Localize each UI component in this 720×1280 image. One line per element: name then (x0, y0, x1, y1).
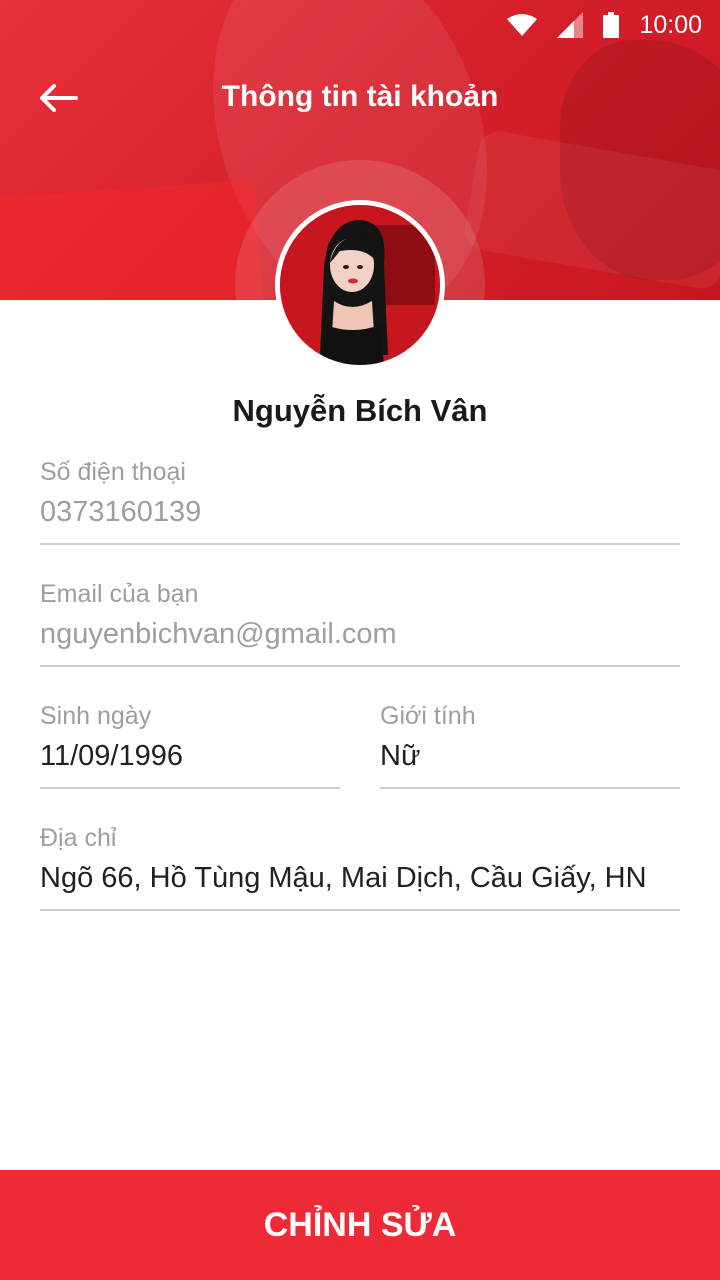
page-title: Thông tin tài khoản (221, 80, 499, 113)
avatar-photo (280, 205, 440, 365)
email-value: nguyenbichvan@gmail.com (40, 618, 397, 650)
app-bar: Thông tin tài khoản (0, 60, 720, 136)
phone-value: 0373160139 (40, 496, 202, 528)
gender-value: Nữ (380, 740, 421, 772)
phone-field[interactable]: Số điện thoại 0373160139 (40, 458, 680, 545)
wifi-icon (507, 14, 538, 36)
phone-label: Số điện thoại (40, 458, 186, 486)
birthdate-label: Sinh ngày (40, 702, 152, 730)
gender-field[interactable]: Giới tính Nữ (380, 702, 680, 789)
birthdate-field[interactable]: Sinh ngày 11/09/1996 (40, 702, 340, 789)
signal-icon (557, 12, 584, 38)
address-label: Địa chỉ (40, 824, 117, 852)
status-bar: 10:00 (507, 10, 702, 40)
edit-button[interactable]: CHỈNH SỬA (0, 1170, 720, 1280)
avatar[interactable] (275, 200, 445, 370)
address-value: Ngõ 66, Hồ Tùng Mậu, Mai Dịch, Cầu Giấy,… (40, 862, 647, 894)
gender-label: Giới tính (380, 702, 476, 730)
status-time: 10:00 (639, 10, 702, 39)
header-background-decor (0, 179, 265, 300)
address-field[interactable]: Địa chỉ Ngõ 66, Hồ Tùng Mậu, Mai Dịch, C… (40, 824, 680, 911)
birthdate-value: 11/09/1996 (40, 740, 183, 772)
email-label: Email của bạn (40, 580, 199, 608)
email-field[interactable]: Email của bạn nguyenbichvan@gmail.com (40, 580, 680, 667)
battery-icon (603, 12, 620, 38)
user-name: Nguyễn Bích Vân (232, 393, 488, 428)
